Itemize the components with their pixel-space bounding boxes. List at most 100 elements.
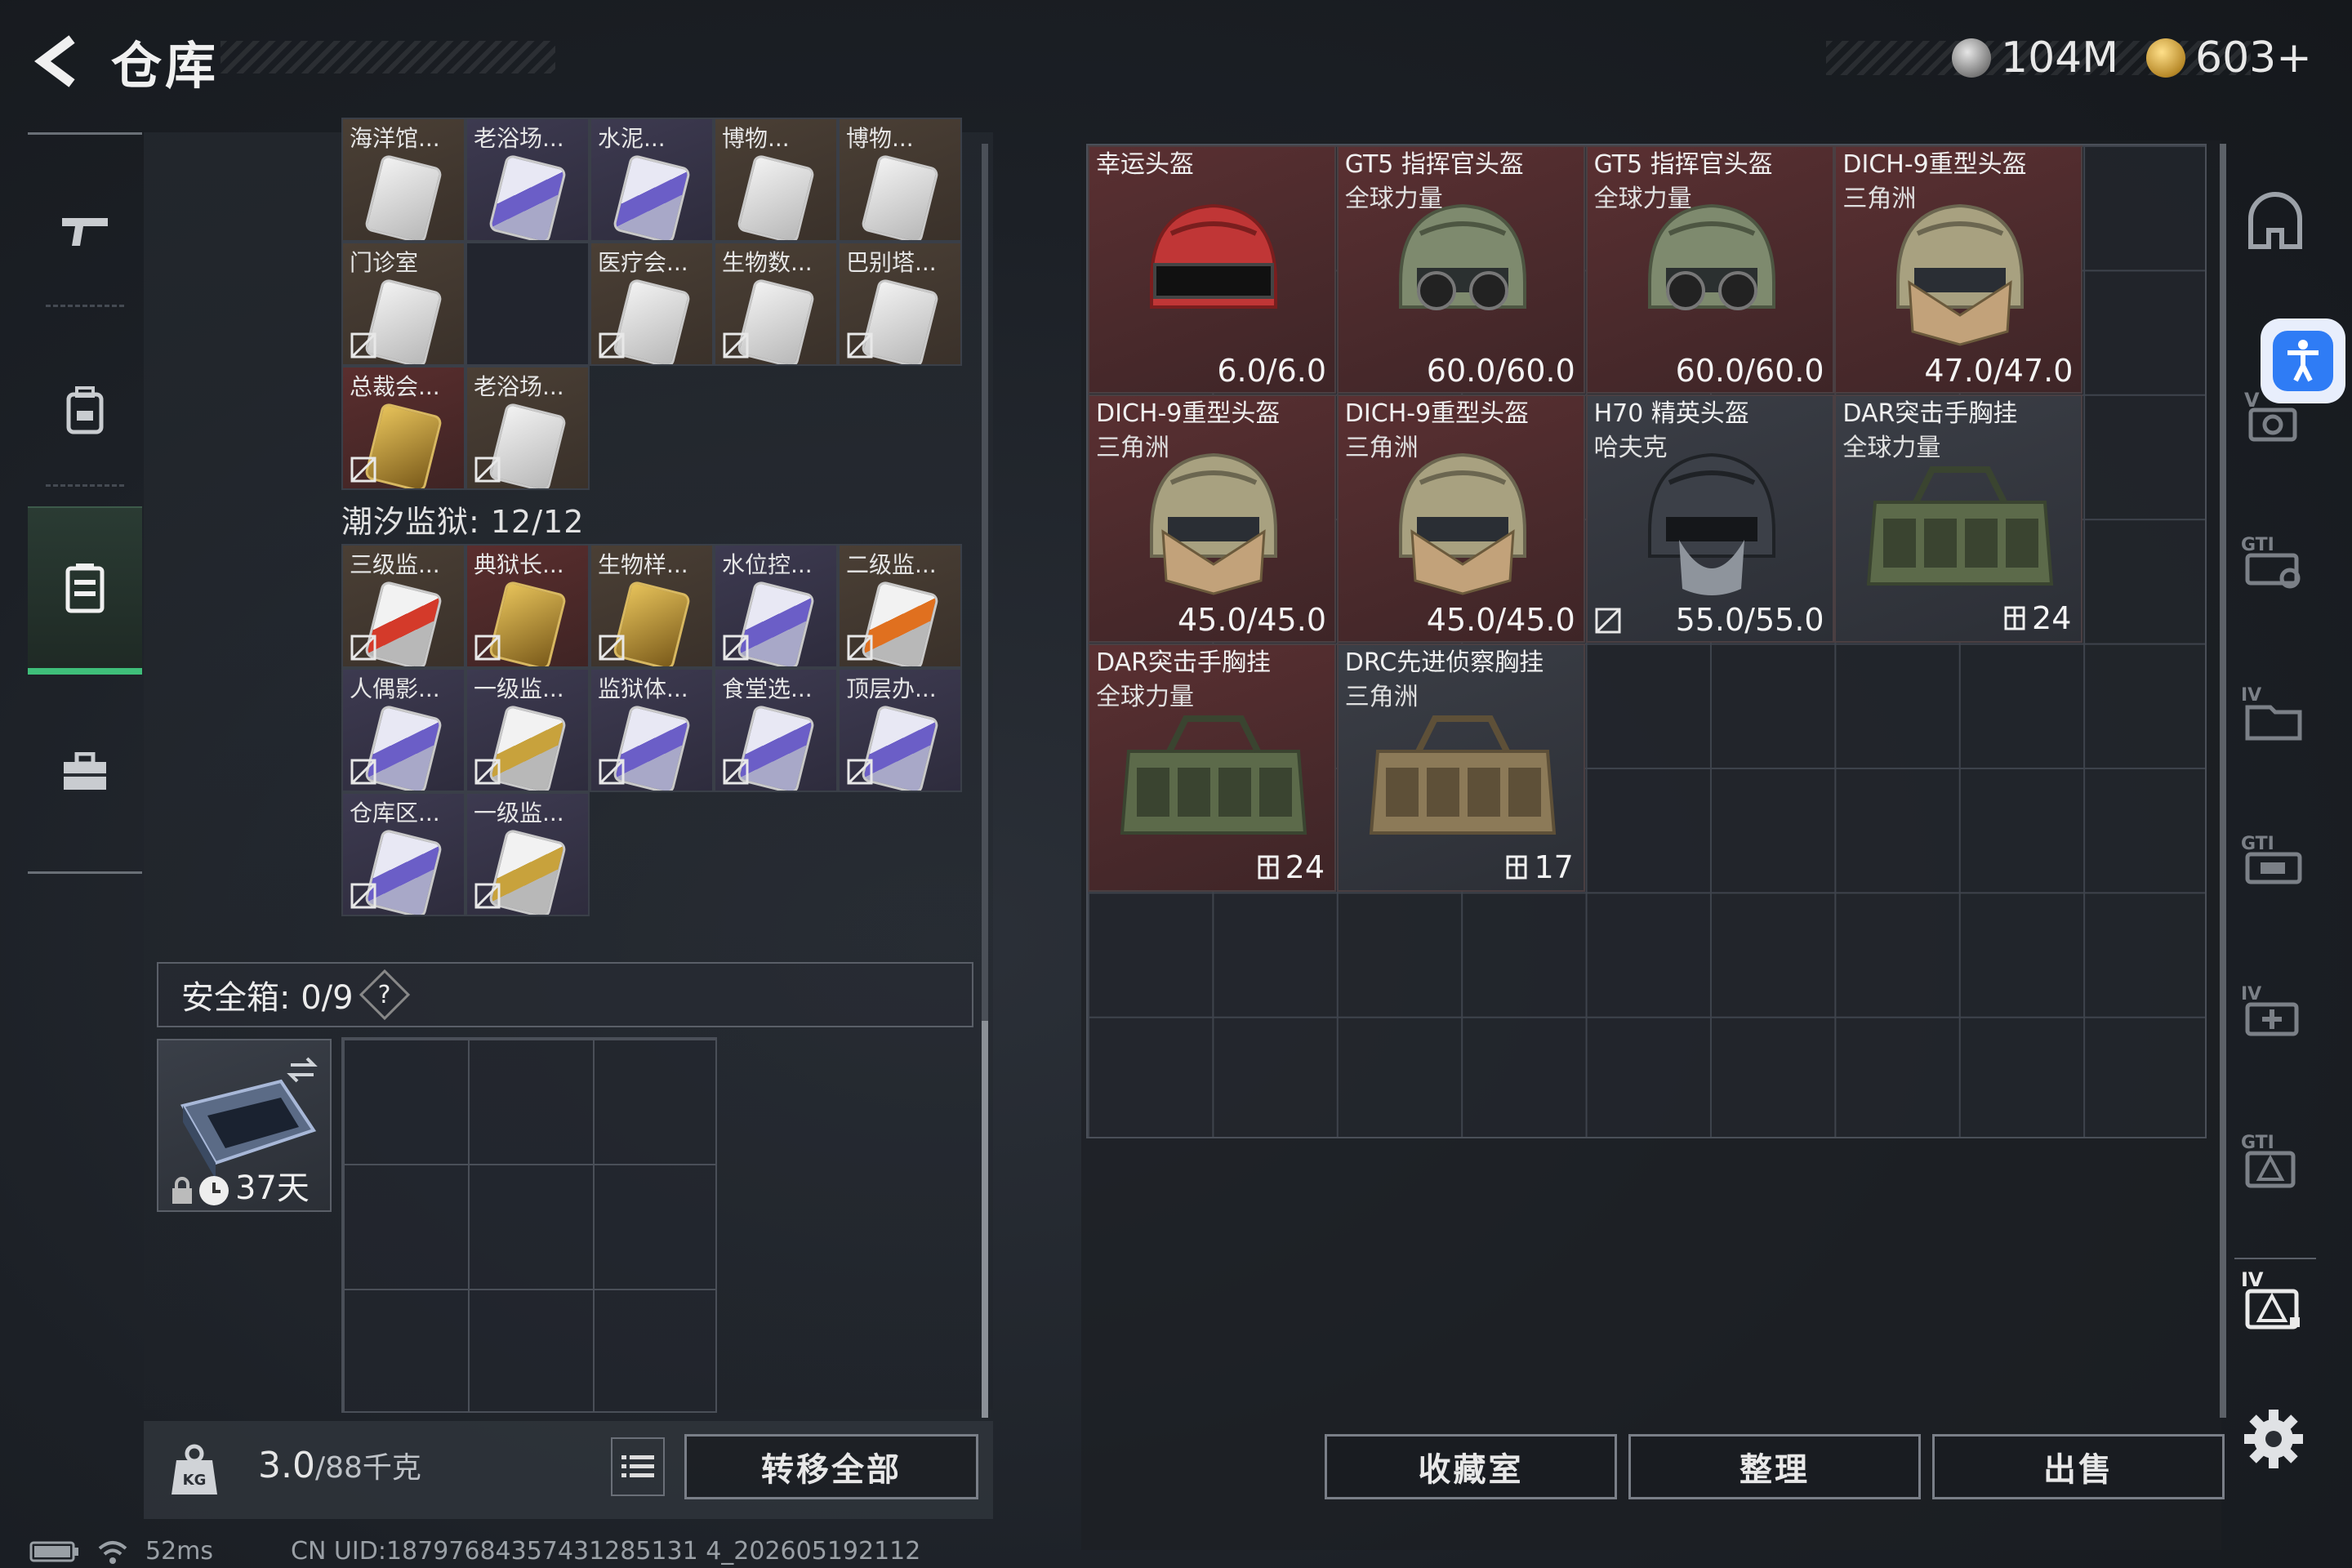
keycard-label: 监狱体... (598, 675, 688, 702)
item-name: DRC先进侦察胸挂 (1344, 648, 1544, 677)
unlinked-icon (350, 883, 376, 909)
accessibility-button[interactable] (2261, 318, 2345, 403)
keycard-item[interactable]: 水泥... (590, 118, 714, 242)
stash-vest-item[interactable]: DRC先进侦察胸挂 三角洲 17 (1336, 643, 1585, 892)
keycard-item[interactable]: 老浴场... (466, 366, 590, 490)
help-icon[interactable]: ? (359, 969, 410, 1021)
side-tab-IV[interactable]: IV (2234, 671, 2316, 753)
unlinked-icon (474, 883, 501, 909)
keycard-item[interactable]: 总裁会... (341, 366, 466, 490)
IV2-tab-icon: IV (2241, 984, 2299, 1036)
item-name: GT5 指挥官头盔 (1593, 150, 1773, 179)
unlinked-icon (1595, 608, 1621, 634)
keycard-item[interactable]: 老浴场... (466, 118, 590, 242)
keycard-item[interactable]: 医疗会... (590, 242, 714, 366)
helmet-tab-icon (2248, 192, 2302, 249)
keycard-label: 门诊室 (350, 249, 419, 276)
side-tab-IV-2[interactable]: IV (2234, 970, 2316, 1052)
svg-text:GTI: GTI (2241, 834, 2274, 854)
side-tab-GTI[interactable]: GTI (2234, 521, 2316, 603)
keycard-item[interactable]: 顶层办... (838, 668, 962, 792)
vest-icon (1120, 715, 1307, 835)
item-durability: 55.0/55.0 (1675, 601, 1824, 638)
stash-helmet-item[interactable]: DICH-9重型头盔 三角洲 47.0/47.0 (1834, 145, 2083, 394)
keycard-item[interactable]: 生物数... (714, 242, 838, 366)
vest-icon (1369, 715, 1556, 835)
stash-helmet-item[interactable]: DICH-9重型头盔 三角洲 45.0/45.0 (1088, 394, 1336, 643)
back-button[interactable] (24, 24, 90, 98)
side-tab-GTI-3[interactable]: GTI (2234, 1119, 2316, 1200)
vest-icon (1867, 466, 2054, 586)
currency-gold-value: 603+ (2195, 33, 2312, 82)
nav-weapons[interactable] (28, 149, 142, 312)
unlinked-icon (847, 332, 873, 359)
keycard-item[interactable]: 一级监... (466, 668, 590, 792)
keycard-item[interactable]: 二级监... (838, 544, 962, 668)
helmet-icon (1150, 452, 1277, 595)
keycard-item[interactable]: 博物... (714, 118, 838, 242)
safe-box-container[interactable]: 37天 (157, 1039, 332, 1212)
stash-helmet-item[interactable]: 幸运头盔 6.0/6.0 (1088, 145, 1336, 394)
keycard-icon (736, 154, 816, 240)
user-uid: CN UID:18797684357431285131 4_2026051921… (291, 1537, 921, 1566)
keycard-item[interactable]: 人偶影... (341, 668, 466, 792)
keycard-icon (488, 154, 568, 240)
item-origin: 全球力量 (1593, 185, 1692, 213)
helmet-icon (1398, 452, 1526, 595)
unlinked-icon (723, 635, 749, 661)
item-origin: 三角洲 (1842, 185, 1917, 213)
stash-scrollbar[interactable] (2220, 144, 2226, 1418)
nav-toolbox[interactable] (28, 691, 142, 854)
keycard-item[interactable]: 海洋馆... (341, 118, 466, 242)
toolbox-icon (64, 752, 106, 790)
keycard-icon (612, 154, 692, 240)
item-durability: 45.0/45.0 (1426, 601, 1575, 638)
settings-gear-icon[interactable] (2241, 1406, 2306, 1472)
keycard-grid-prison: 三级监... 典狱长... 生物样... 水位控... 二级监... 人偶影... 一级监.… (341, 544, 962, 916)
side-tab-helmet[interactable] (2234, 180, 2316, 261)
stash-helmet-item[interactable]: GT5 指挥官头盔 全球力量 60.0/60.0 (1336, 145, 1585, 394)
safe-box-slots[interactable] (341, 1037, 717, 1413)
svg-text:IV: IV (2241, 1268, 2264, 1291)
keycard-label: 海洋馆... (350, 125, 440, 152)
stash-vest-item[interactable]: DAR突击手胸挂 全球力量 24 (1088, 643, 1336, 892)
keycard-item[interactable]: 巴别塔... (838, 242, 962, 366)
keycard-label: 老浴场... (474, 373, 564, 400)
keycard-item[interactable]: 监狱体... (590, 668, 714, 792)
sort-button[interactable]: 整理 (1628, 1434, 1921, 1499)
IV-tab-icon: IV (2241, 685, 2302, 741)
side-tab-IV-3[interactable]: IV (2234, 1258, 2316, 1339)
keycard-item[interactable]: 水位控... (714, 544, 838, 668)
currency-gold[interactable]: 603+ (2146, 29, 2312, 87)
unlinked-icon (350, 332, 376, 359)
keycard-item[interactable]: 门诊室 (341, 242, 466, 366)
keycard-label: 博物... (722, 125, 790, 152)
keycard-item[interactable]: 生物样... (590, 544, 714, 668)
collection-button[interactable]: 收藏室 (1325, 1434, 1617, 1499)
nav-vest[interactable] (28, 506, 142, 675)
transfer-all-button[interactable]: 转移全部 (684, 1434, 978, 1499)
back-arrow-icon (34, 35, 75, 87)
keycard-item[interactable]: 一级监... (466, 792, 590, 916)
keycard-item[interactable]: 三级监... (341, 544, 466, 668)
sell-button[interactable]: 出售 (1932, 1434, 2225, 1499)
side-tab-GTI-2[interactable]: GTI (2234, 820, 2316, 902)
vest-icon (65, 564, 105, 613)
page-title: 仓库 (111, 36, 220, 96)
backpack-icon (66, 386, 104, 434)
stash-vest-item[interactable]: DAR突击手胸挂 全球力量 24 (1834, 394, 2083, 643)
item-origin: 全球力量 (1344, 185, 1443, 213)
currency-silver[interactable]: 104M (1952, 29, 2118, 87)
stash-helmet-item[interactable]: H70 精英头盔 哈夫克 55.0/55.0 (1585, 394, 1834, 643)
keycard-item[interactable]: 食堂选... (714, 668, 838, 792)
keycard-item[interactable]: 博物... (838, 118, 962, 242)
silver-coin-icon (1952, 38, 1991, 78)
stash-helmet-item[interactable]: DICH-9重型头盔 三角洲 45.0/45.0 (1336, 394, 1585, 643)
gold-coin-icon (2146, 38, 2185, 78)
list-view-button[interactable] (611, 1437, 665, 1496)
keycard-item[interactable]: 仓库区... (341, 792, 466, 916)
keycard-item[interactable]: 典狱长... (466, 544, 590, 668)
inventory-scroll-thumb[interactable] (982, 1021, 988, 1418)
stash-helmet-item[interactable]: GT5 指挥官头盔 全球力量 60.0/60.0 (1585, 145, 1834, 394)
nav-backpack[interactable] (28, 328, 142, 492)
